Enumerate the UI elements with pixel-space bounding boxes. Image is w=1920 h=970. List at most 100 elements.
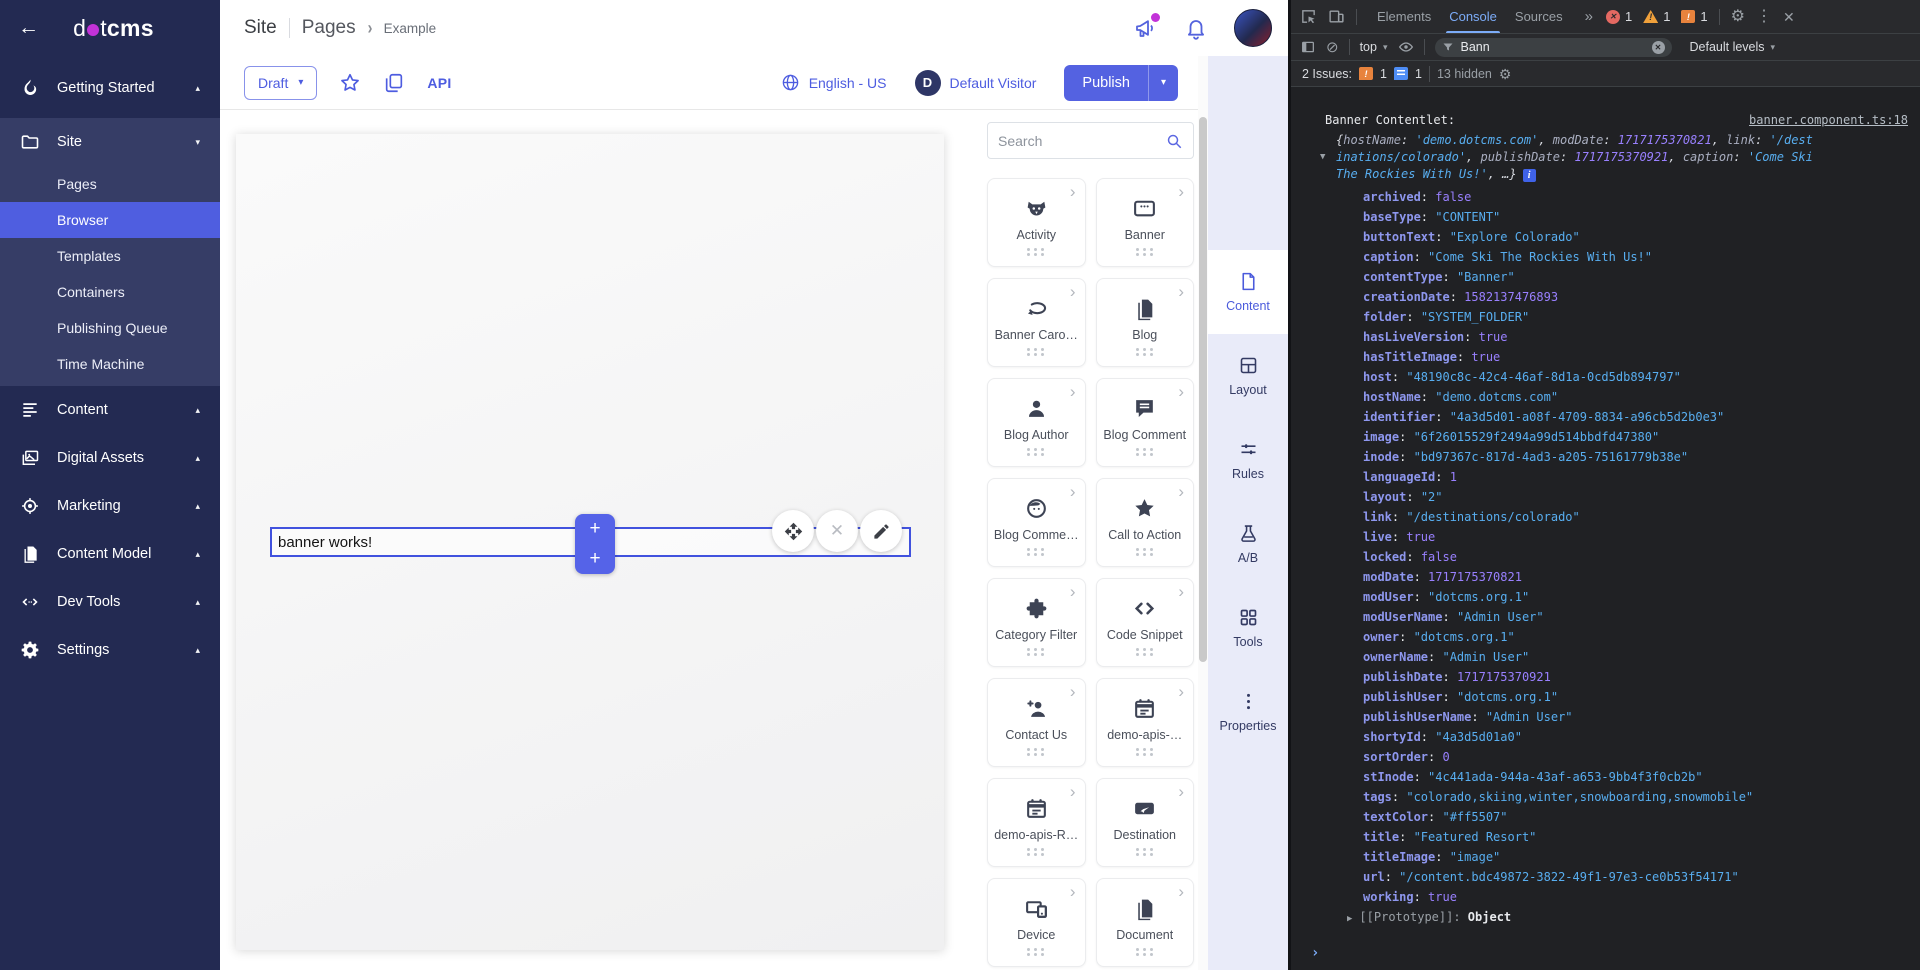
page-preview-canvas[interactable]: banner works! + + ✕: [236, 134, 944, 950]
sidebar-item-site[interactable]: Site▾: [0, 118, 220, 166]
drag-handle-icon[interactable]: [1027, 248, 1045, 256]
drag-handle-icon[interactable]: [1136, 548, 1154, 556]
device-toolbar-icon[interactable]: [1328, 8, 1345, 25]
clear-console-icon[interactable]: ⊘: [1326, 40, 1339, 55]
object-preview[interactable]: ▼ {hostName: 'demo.dotcms.com', modDate:…: [1336, 132, 1818, 183]
page-status-dropdown[interactable]: Draft ▾: [244, 66, 317, 100]
card-expand-chevron-icon[interactable]: ›: [1070, 682, 1076, 702]
devtools-tab-console[interactable]: Console: [1440, 0, 1506, 33]
card-expand-chevron-icon[interactable]: ›: [1070, 482, 1076, 502]
drag-handle-icon[interactable]: [1136, 748, 1154, 756]
drag-handle-icon[interactable]: [1027, 948, 1045, 956]
card-expand-chevron-icon[interactable]: ›: [1070, 282, 1076, 302]
content-type-card-device[interactable]: ›Device: [987, 878, 1086, 967]
card-expand-chevron-icon[interactable]: ›: [1070, 382, 1076, 402]
notifications-bell-icon[interactable]: [1184, 16, 1208, 40]
announcements-megaphone-icon[interactable]: [1134, 16, 1158, 40]
vertical-scrollbar[interactable]: [1198, 56, 1208, 970]
drag-handle-icon[interactable]: [1027, 848, 1045, 856]
sidebar-item-marketing[interactable]: Marketing▴: [0, 482, 220, 530]
card-expand-chevron-icon[interactable]: ›: [1178, 882, 1184, 902]
language-selector[interactable]: English - US: [781, 73, 887, 92]
sidebar-item-getting-started[interactable]: Getting Started▴: [0, 64, 220, 112]
api-link[interactable]: API: [427, 75, 451, 91]
sidebar-item-digital-assets[interactable]: Digital Assets▴: [0, 434, 220, 482]
warning-count[interactable]: !1: [1643, 9, 1670, 24]
edit-contentlet-button[interactable]: [860, 510, 902, 552]
sidebar-item-dev-tools[interactable]: Dev Tools▴: [0, 578, 220, 626]
create-live-expression-eye-icon[interactable]: [1398, 39, 1414, 55]
card-expand-chevron-icon[interactable]: ›: [1178, 382, 1184, 402]
publish-button[interactable]: Publish ▾: [1064, 65, 1178, 101]
console-log[interactable]: Banner Contentlet: banner.component.ts:1…: [1291, 87, 1920, 970]
inspect-element-icon[interactable]: [1300, 8, 1317, 25]
rail-tab-rules[interactable]: Rules: [1208, 418, 1288, 502]
sidebar-item-settings[interactable]: Settings▴: [0, 626, 220, 674]
expand-triangle-icon[interactable]: ▶: [1347, 914, 1352, 924]
sidebar-subitem-pages[interactable]: Pages: [0, 166, 220, 202]
sidebar-subitem-browser[interactable]: Browser: [0, 202, 220, 238]
copy-page-icon[interactable]: [383, 72, 405, 94]
remove-contentlet-button[interactable]: ✕: [816, 510, 858, 552]
breadcrumb-site[interactable]: Site: [244, 17, 277, 39]
drag-handle-icon[interactable]: [1136, 948, 1154, 956]
persona-selector[interactable]: D Default Visitor: [915, 70, 1037, 96]
collapse-triangle-icon[interactable]: ▼: [1320, 149, 1325, 166]
clear-filter-icon[interactable]: ✕: [1652, 41, 1665, 54]
collapse-sidebar-arrow-icon[interactable]: ←: [18, 16, 39, 40]
card-expand-chevron-icon[interactable]: ›: [1070, 182, 1076, 202]
rail-tab-properties[interactable]: Properties: [1208, 670, 1288, 754]
devtools-tab-elements[interactable]: Elements: [1368, 0, 1440, 33]
add-content-above-button[interactable]: +: [575, 514, 615, 544]
card-expand-chevron-icon[interactable]: ›: [1178, 482, 1184, 502]
issue-count[interactable]: !1: [1681, 9, 1707, 24]
content-type-card-document[interactable]: ›Document: [1096, 878, 1195, 967]
error-count[interactable]: ✕1: [1606, 9, 1632, 24]
rail-tab-tools[interactable]: Tools: [1208, 586, 1288, 670]
drag-handle-icon[interactable]: [1136, 248, 1154, 256]
more-tabs-icon[interactable]: »: [1583, 8, 1595, 25]
devtools-more-menu-icon[interactable]: ⋮: [1756, 9, 1772, 25]
drag-handle-icon[interactable]: [1136, 648, 1154, 656]
user-avatar[interactable]: [1234, 9, 1272, 47]
sidebar-subitem-templates[interactable]: Templates: [0, 238, 220, 274]
devtools-tab-sources[interactable]: Sources: [1506, 0, 1572, 33]
rail-tab-a-b[interactable]: A/B: [1208, 502, 1288, 586]
add-content-below-button[interactable]: +: [575, 544, 615, 574]
palette-search-input[interactable]: [998, 133, 1165, 149]
drag-handle-icon[interactable]: [1027, 748, 1045, 756]
content-type-card-demo-apis[interactable]: ›demo-apis-…: [1096, 678, 1195, 767]
rail-tab-layout[interactable]: Layout: [1208, 334, 1288, 418]
sidebar-item-content-model[interactable]: Content Model▴: [0, 530, 220, 578]
sidebar-subitem-publishing-queue[interactable]: Publishing Queue: [0, 310, 220, 346]
content-type-card-destination[interactable]: ›Destination: [1096, 778, 1195, 867]
console-prompt[interactable]: ›: [1311, 945, 1908, 961]
drag-handle-icon[interactable]: [1136, 448, 1154, 456]
log-levels-dropdown[interactable]: Default levels▾: [1690, 40, 1776, 54]
devtools-settings-gear-icon[interactable]: ⚙: [1731, 9, 1745, 25]
drag-contentlet-button[interactable]: [772, 510, 814, 552]
console-filter-input[interactable]: Bann ✕: [1435, 38, 1672, 57]
favorite-star-icon[interactable]: [339, 72, 361, 94]
content-type-card-demo-apis-r[interactable]: ›demo-apis-R…: [987, 778, 1086, 867]
console-settings-gear-icon[interactable]: ⚙: [1499, 67, 1512, 81]
content-type-card-blog-comment[interactable]: ›Blog Comment: [1096, 378, 1195, 467]
rail-tab-content[interactable]: Content: [1208, 250, 1288, 334]
card-expand-chevron-icon[interactable]: ›: [1070, 882, 1076, 902]
content-type-card-activity[interactable]: ›Activity: [987, 178, 1086, 267]
content-type-card-blog-comme[interactable]: ›Blog Comme…: [987, 478, 1086, 567]
chevron-down-icon[interactable]: ▾: [1149, 77, 1178, 88]
drag-handle-icon[interactable]: [1027, 648, 1045, 656]
content-type-card-code-snippet[interactable]: ›Code Snippet: [1096, 578, 1195, 667]
card-expand-chevron-icon[interactable]: ›: [1178, 582, 1184, 602]
card-expand-chevron-icon[interactable]: ›: [1070, 782, 1076, 802]
console-sidebar-toggle-icon[interactable]: [1300, 39, 1316, 55]
card-expand-chevron-icon[interactable]: ›: [1178, 782, 1184, 802]
hidden-messages-label[interactable]: 13 hidden: [1437, 67, 1492, 81]
sidebar-subitem-time-machine[interactable]: Time Machine: [0, 346, 220, 382]
content-type-card-call-to-action[interactable]: ›Call to Action: [1096, 478, 1195, 567]
sidebar-subitem-containers[interactable]: Containers: [0, 274, 220, 310]
source-file-link[interactable]: banner.component.ts:18: [1749, 111, 1908, 129]
drag-handle-icon[interactable]: [1027, 348, 1045, 356]
palette-search-box[interactable]: [987, 122, 1194, 159]
